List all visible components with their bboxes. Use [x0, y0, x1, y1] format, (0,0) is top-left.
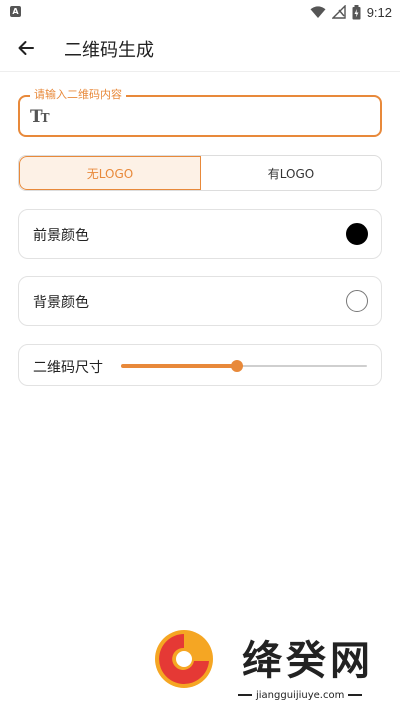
qr-size-slider[interactable] — [121, 360, 367, 372]
divider — [348, 694, 363, 696]
page-title: 二维码生成 — [64, 40, 154, 61]
no-signal-icon — [331, 5, 346, 19]
app-notification-icon: A — [10, 6, 21, 17]
text-size-icon: TT — [30, 107, 50, 127]
foreground-color-label: 前景颜色 — [33, 228, 89, 244]
logo-toggle: 无LOGO 有LOGO — [18, 155, 382, 191]
watermark: 绛癸网 jiangguijiuye.com — [150, 626, 400, 712]
status-bar: A 9:12 — [0, 0, 400, 24]
brand-url-row: jiangguijiuye.com — [238, 688, 388, 702]
background-color-label: 背景颜色 — [33, 295, 89, 311]
no-logo-option[interactable]: 无LOGO — [19, 156, 201, 190]
background-color-card[interactable]: 背景颜色 — [18, 276, 382, 326]
qr-content-input[interactable] — [62, 103, 372, 129]
status-icons: 9:12 — [310, 3, 392, 21]
arrow-left-icon — [18, 41, 34, 55]
qr-content-field[interactable]: 请输入二维码内容 TT — [18, 88, 382, 137]
back-button[interactable] — [10, 32, 42, 64]
foreground-color-card[interactable]: 前景颜色 — [18, 209, 382, 259]
with-logo-option[interactable]: 有LOGO — [201, 156, 381, 190]
slider-fill — [121, 364, 237, 368]
wifi-icon — [310, 5, 326, 18]
status-time: 9:12 — [366, 4, 392, 20]
qr-size-label: 二维码尺寸 — [33, 360, 103, 376]
slider-thumb[interactable] — [230, 360, 243, 372]
brand-logo-icon — [155, 630, 213, 688]
brand-name: 绛癸网 — [242, 638, 374, 684]
brand-url: jiangguijiuye.com — [256, 689, 345, 701]
divider — [238, 694, 252, 696]
foreground-color-swatch[interactable] — [346, 223, 368, 245]
qr-size-card: 二维码尺寸 — [18, 344, 382, 386]
battery-icon — [352, 4, 361, 19]
app-bar: 二维码生成 — [0, 24, 400, 72]
background-color-swatch[interactable] — [346, 290, 368, 312]
qr-content-label: 请输入二维码内容 — [30, 88, 126, 102]
